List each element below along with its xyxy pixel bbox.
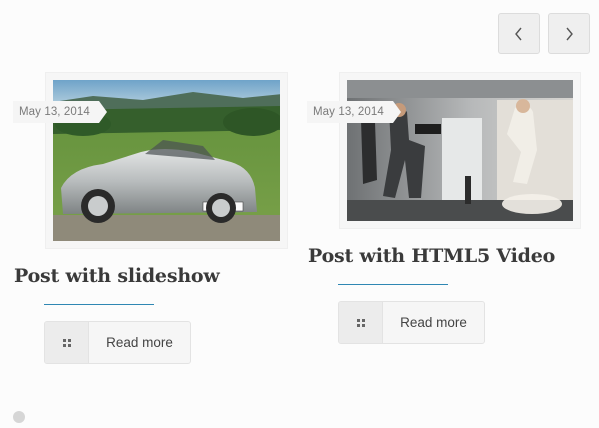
carousel-page-dot[interactable] [13,411,25,423]
post-thumbnail-frame[interactable] [45,72,288,249]
grid-icon [339,302,383,343]
title-divider [44,304,154,305]
post-title[interactable]: Post with HTML5 Video [308,245,555,267]
post-date-badge: May 13, 2014 [13,101,107,123]
chevron-right-icon [566,27,573,40]
title-divider [338,284,448,285]
read-more-label: Read more [106,335,173,350]
previous-button[interactable] [498,13,540,54]
read-more-button[interactable]: Read more [338,301,485,344]
read-more-label: Read more [400,315,467,330]
chevron-left-icon [515,27,522,40]
post-date-badge: May 13, 2014 [307,101,401,123]
grid-icon [45,322,89,363]
post-title[interactable]: Post with slideshow [14,265,220,287]
post-thumbnail-frame[interactable] [339,72,581,229]
read-more-button[interactable]: Read more [44,321,191,364]
next-button[interactable] [548,13,590,54]
